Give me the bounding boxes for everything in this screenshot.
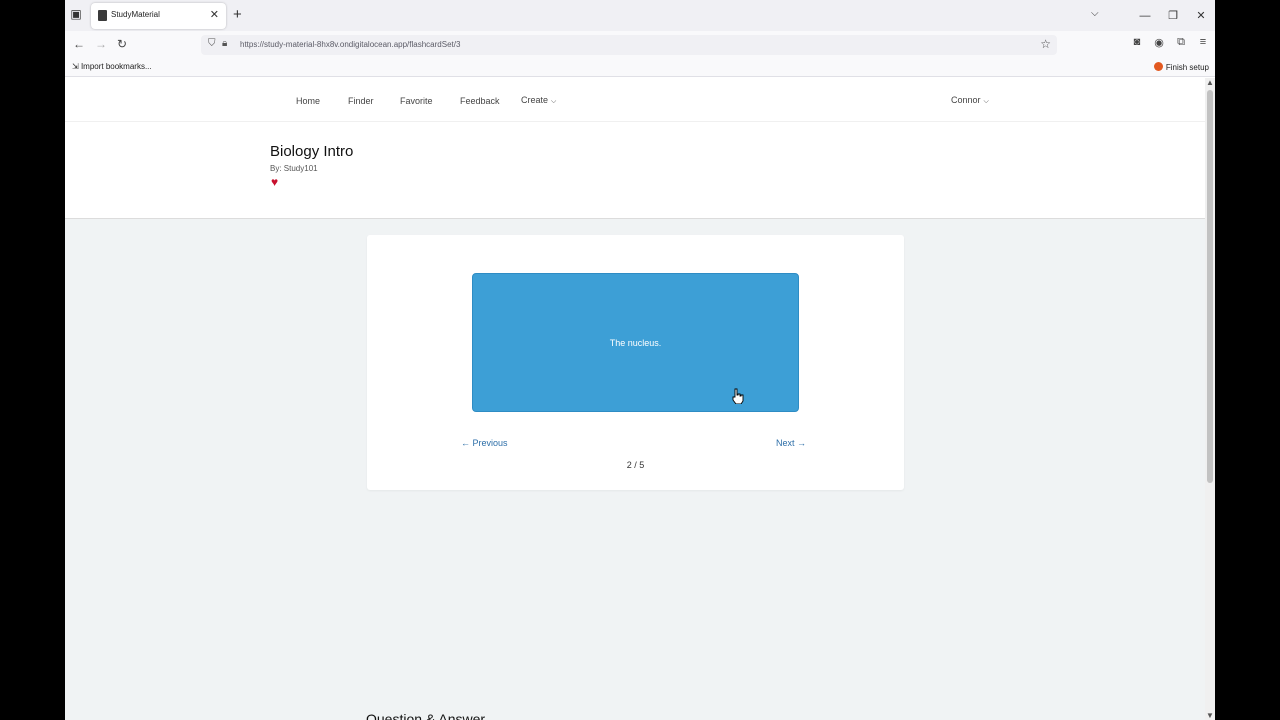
heart-icon[interactable]: ♥ xyxy=(271,176,278,188)
minimize-icon[interactable]: — xyxy=(1131,10,1159,22)
scroll-up-icon[interactable]: ▲ xyxy=(1206,78,1214,87)
nav-feedback[interactable]: Feedback xyxy=(460,96,500,106)
flashcard-text: The nucleus. xyxy=(609,337,662,348)
page-title: Biology Intro xyxy=(270,143,354,160)
close-tab-icon[interactable]: ✕ xyxy=(210,8,219,21)
tab-studymaterial[interactable]: StudyMaterial ✕ xyxy=(91,3,226,29)
set-author: By: Study101 xyxy=(270,164,318,173)
new-tab-icon[interactable]: + xyxy=(233,6,242,23)
card-counter: 2 / 5 xyxy=(626,460,645,470)
forward-icon[interactable]: → xyxy=(95,37,107,51)
toolbar-right: ◙ ◉ ⧉ ≡ xyxy=(1131,36,1209,49)
browser-window: ▣ StudyMaterial ✕ + ⌵ — ❐ ✕ ← → ↻ ⛉ 🔒︎ h… xyxy=(65,0,1215,720)
shield-icon[interactable]: ⛉ xyxy=(208,38,216,49)
url-bar[interactable]: ⛉ 🔒︎ https://study-material-8hx8v.ondigi… xyxy=(201,35,1057,55)
finish-setup-link[interactable]: Finish setup xyxy=(1153,62,1209,72)
flashcard-panel: The nucleus. ← Previous Next → 2 / 5 xyxy=(367,235,904,490)
bookmarks-bar: ⇲ Import bookmarks... Finish setup xyxy=(65,58,1215,77)
lock-icon[interactable]: 🔒︎ xyxy=(222,38,227,49)
account-icon[interactable]: ◉ xyxy=(1153,36,1165,49)
chevron-down-icon: ⌵ xyxy=(983,98,989,105)
chevron-down-icon: ⌵ xyxy=(551,98,557,105)
scroll-down-icon[interactable]: ▼ xyxy=(1206,711,1214,720)
nav-create-label: Create xyxy=(521,95,549,105)
finish-setup-label: Finish setup xyxy=(1165,63,1209,72)
nav-finder[interactable]: Finder xyxy=(348,96,374,106)
site-nav: Home Finder Favorite Feedback Create ⌵ Co… xyxy=(65,78,1205,122)
tab-title: StudyMaterial xyxy=(111,10,160,19)
reload-icon[interactable]: ↻ xyxy=(117,37,127,51)
menu-icon[interactable]: ≡ xyxy=(1197,36,1209,49)
import-bookmarks-label: Import bookmarks... xyxy=(80,62,152,71)
page-scrollbar[interactable]: ▲ ▼ xyxy=(1205,78,1215,720)
tab-list-icon[interactable]: ▣ xyxy=(69,7,83,23)
close-window-icon[interactable]: ✕ xyxy=(1187,9,1215,22)
nav-home[interactable]: Home xyxy=(296,96,320,106)
user-menu-dropdown[interactable]: Connor ⌵ xyxy=(951,95,989,106)
flashcard[interactable]: The nucleus. xyxy=(472,273,799,412)
nav-create-dropdown[interactable]: Create ⌵ xyxy=(521,95,556,106)
extensions-icon[interactable]: ⧉ xyxy=(1175,36,1187,49)
tab-bar: ▣ StudyMaterial ✕ + ⌵ — ❐ ✕ xyxy=(65,0,1215,31)
chevron-down-icon[interactable]: ⌵ xyxy=(1091,8,1099,19)
window-controls: — ❐ ✕ xyxy=(1131,0,1215,31)
qa-section-heading: Question & Answer xyxy=(366,711,486,720)
page-viewport: Home Finder Favorite Feedback Create ⌵ Co… xyxy=(65,78,1205,720)
hand-cursor-icon xyxy=(732,388,744,404)
next-button[interactable]: Next → xyxy=(776,438,806,448)
back-icon[interactable]: ← xyxy=(73,37,85,51)
pocket-icon[interactable]: ◙ xyxy=(1131,36,1143,49)
scrollbar-thumb[interactable] xyxy=(1207,90,1213,483)
user-name: Connor xyxy=(951,95,981,105)
set-header: Biology Intro By: Study101 ♥ xyxy=(65,122,1205,219)
nav-favorite[interactable]: Favorite xyxy=(400,96,433,106)
firefox-icon xyxy=(1153,62,1163,71)
restore-icon[interactable]: ❐ xyxy=(1159,9,1187,22)
browser-toolbar: ← → ↻ ⛉ 🔒︎ https://study-material-8hx8v.… xyxy=(65,31,1215,58)
previous-button[interactable]: ← Previous xyxy=(461,438,508,448)
bookmark-star-icon[interactable]: ☆ xyxy=(1040,37,1051,51)
url-text[interactable]: https://study-material-8hx8v.ondigitaloc… xyxy=(240,40,460,49)
import-bookmarks-link[interactable]: ⇲ Import bookmarks... xyxy=(72,62,152,71)
favicon-icon xyxy=(98,10,107,21)
